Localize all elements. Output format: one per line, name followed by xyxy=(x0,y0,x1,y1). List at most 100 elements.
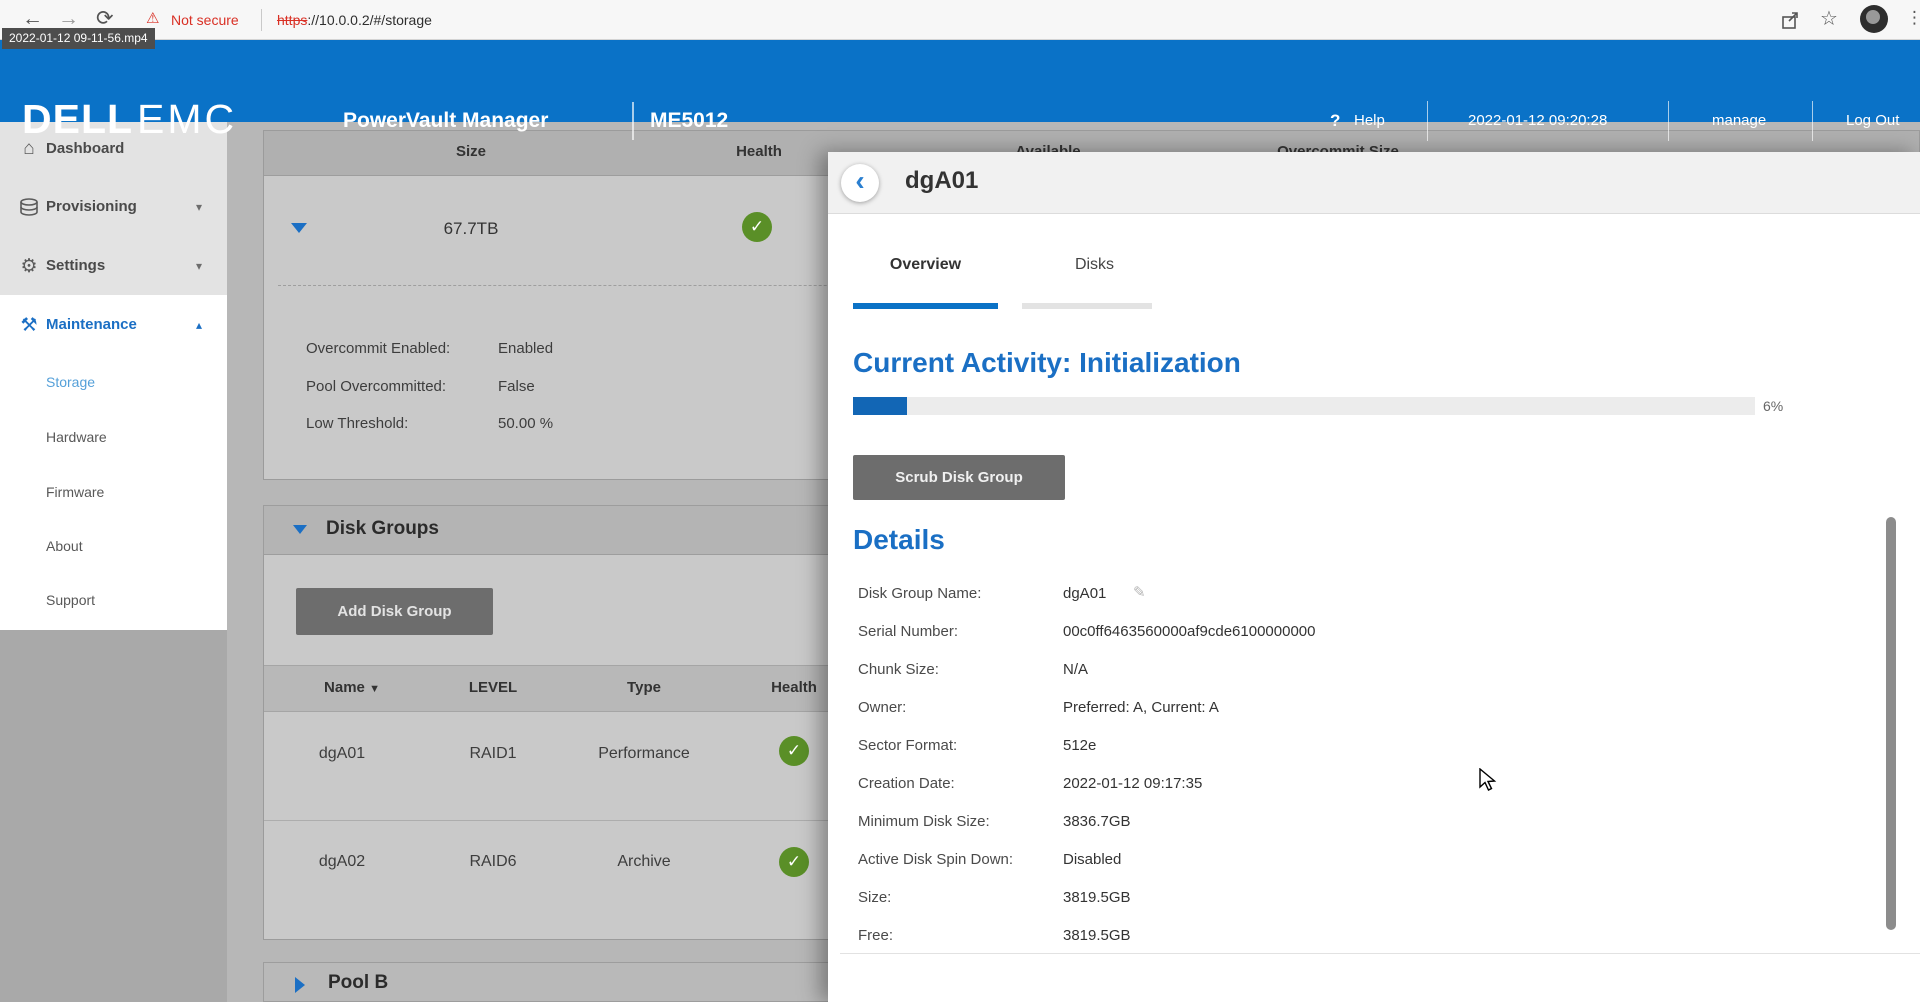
browser-profile-avatar[interactable] xyxy=(1860,5,1888,33)
detail-label: Size: xyxy=(858,889,891,906)
detail-value: 512e xyxy=(1063,737,1096,754)
col-health: Health xyxy=(736,143,782,160)
browser-toolbar: ← → ⟳ ⚠ Not secure https://10.0.0.2/#/st… xyxy=(0,0,1920,40)
low-threshold-value: 50.00 % xyxy=(498,415,553,432)
security-warning-icon: ⚠ xyxy=(146,9,159,27)
pool-size-value: 67.7TB xyxy=(444,219,499,239)
pool-overcommitted-value: False xyxy=(498,378,535,395)
video-filename-tooltip: 2022-01-12 09-11-56.mp4 xyxy=(2,28,155,49)
sidebar-item-provisioning[interactable]: Provisioning ▾ xyxy=(0,188,227,228)
database-icon xyxy=(16,198,42,218)
tab-overview[interactable]: Overview xyxy=(853,256,998,274)
detail-label: Chunk Size: xyxy=(858,661,939,678)
overcommit-enabled-value: Enabled xyxy=(498,340,553,357)
detail-label: Sector Format: xyxy=(858,737,957,754)
chevron-down-icon: ▾ xyxy=(196,200,202,214)
header-divider xyxy=(1668,101,1669,141)
dg-name: dgA01 xyxy=(319,745,365,763)
not-secure-label[interactable]: Not secure xyxy=(171,0,239,40)
pool-health-ok-icon: ✓ xyxy=(742,212,772,242)
panel-scrollbar-thumb[interactable] xyxy=(1886,517,1896,930)
col-type[interactable]: Type xyxy=(627,679,661,696)
sidebar-subitem-support[interactable]: Support xyxy=(46,592,95,608)
disk-groups-title: Disk Groups xyxy=(326,518,439,540)
detail-value: 3819.5GB xyxy=(1063,889,1131,906)
detail-value: Disabled xyxy=(1063,851,1121,868)
detail-label: Disk Group Name: xyxy=(858,585,981,602)
detail-value: 3819.5GB xyxy=(1063,927,1131,944)
share-icon[interactable] xyxy=(1780,9,1802,31)
help-link[interactable]: Help xyxy=(1354,111,1385,131)
tab-disks[interactable]: Disks xyxy=(1022,256,1167,274)
disk-group-detail-panel: ‹ dgA01 Overview Disks Current Activity:… xyxy=(828,152,1920,1002)
progress-fill xyxy=(853,397,907,415)
progress-percent-label: 6% xyxy=(1763,398,1783,414)
chevron-up-icon: ▴ xyxy=(196,318,202,332)
detail-label: Serial Number: xyxy=(858,623,958,640)
sidebar-item-maintenance[interactable]: ⚒ Maintenance ▴ xyxy=(0,306,227,346)
add-disk-group-button[interactable]: Add Disk Group xyxy=(296,588,493,635)
url-scheme: https xyxy=(277,12,307,28)
help-icon[interactable]: ? xyxy=(1330,111,1340,131)
chevron-down-icon: ▾ xyxy=(196,259,202,273)
app-header: DELLEMC PowerVault Manager ME5012 ? Help… xyxy=(0,40,1920,122)
back-chevron-icon: ‹ xyxy=(855,165,864,196)
dg-health-ok-icon: ✓ xyxy=(779,736,809,766)
logout-link[interactable]: Log Out xyxy=(1846,111,1899,131)
col-name[interactable]: Name ▼ xyxy=(324,679,380,696)
sidebar-item-settings[interactable]: ⚙ Settings ▾ xyxy=(0,247,227,287)
address-bar[interactable]: https://10.0.0.2/#/storage xyxy=(277,0,432,40)
detail-value: 3836.7GB xyxy=(1063,813,1131,830)
edit-name-icon[interactable]: ✎ xyxy=(1133,583,1146,601)
header-divider xyxy=(1812,101,1813,141)
header-divider xyxy=(1427,101,1428,141)
panel-footer-divider xyxy=(840,953,1920,954)
detail-value: N/A xyxy=(1063,661,1088,678)
inactive-tab-indicator xyxy=(1022,303,1152,309)
dell-emc-logo: DELLEMC xyxy=(22,96,237,143)
detail-value: 2022-01-12 09:17:35 xyxy=(1063,775,1202,792)
app-title: PowerVault Manager xyxy=(343,109,548,133)
header-datetime: 2022-01-12 09:20:28 xyxy=(1468,111,1607,131)
initialization-progress-bar xyxy=(853,397,1755,415)
section-expand-icon[interactable] xyxy=(295,977,305,993)
detail-value: dgA01 xyxy=(1063,585,1106,602)
screen: ← → ⟳ ⚠ Not secure https://10.0.0.2/#/st… xyxy=(0,0,1920,1002)
model-label: ME5012 xyxy=(650,109,728,133)
section-collapse-icon[interactable] xyxy=(293,525,307,534)
back-button[interactable]: ‹ xyxy=(841,164,879,202)
user-menu[interactable]: manage xyxy=(1712,111,1766,131)
logo-dell: DELL xyxy=(22,96,133,142)
col-health[interactable]: Health xyxy=(771,679,817,696)
bookmark-star-icon[interactable]: ☆ xyxy=(1820,6,1838,31)
col-level[interactable]: LEVEL xyxy=(469,679,517,696)
pool-expand-icon[interactable] xyxy=(291,223,307,233)
dg-type: Archive xyxy=(617,853,670,871)
active-tab-indicator xyxy=(853,303,998,309)
url-path: ://10.0.0.2/#/storage xyxy=(307,12,432,28)
panel-header: ‹ dgA01 xyxy=(828,152,1920,214)
title-divider xyxy=(632,102,634,140)
sidebar-subitem-about[interactable]: About xyxy=(46,538,83,554)
panel-title: dgA01 xyxy=(905,167,978,195)
dg-level: RAID6 xyxy=(469,853,516,871)
sidebar-subitem-storage[interactable]: Storage xyxy=(46,374,95,390)
browser-menu-icon[interactable]: ⋮ xyxy=(1906,8,1920,28)
current-activity-heading: Current Activity: Initialization xyxy=(853,347,1241,379)
dg-health-ok-icon: ✓ xyxy=(779,847,809,877)
sidebar-subitem-hardware[interactable]: Hardware xyxy=(46,429,107,445)
pool-overcommitted-label: Pool Overcommitted: xyxy=(306,378,446,395)
scrub-disk-group-button[interactable]: Scrub Disk Group xyxy=(853,455,1065,500)
detail-label: Free: xyxy=(858,927,893,944)
url-divider xyxy=(261,9,262,31)
gear-icon: ⚙ xyxy=(16,255,42,278)
mouse-cursor xyxy=(1478,768,1500,792)
sort-desc-icon: ▼ xyxy=(369,683,380,695)
col-size: Size xyxy=(456,143,486,160)
sidebar-item-label: Maintenance xyxy=(46,316,137,333)
detail-label: Creation Date: xyxy=(858,775,955,792)
sidebar-item-label: Provisioning xyxy=(46,198,137,215)
sidebar-subitem-firmware[interactable]: Firmware xyxy=(46,484,104,500)
sidebar-item-label: Settings xyxy=(46,257,105,274)
detail-value: 00c0ff6463560000af9cde6100000000 xyxy=(1063,623,1315,640)
